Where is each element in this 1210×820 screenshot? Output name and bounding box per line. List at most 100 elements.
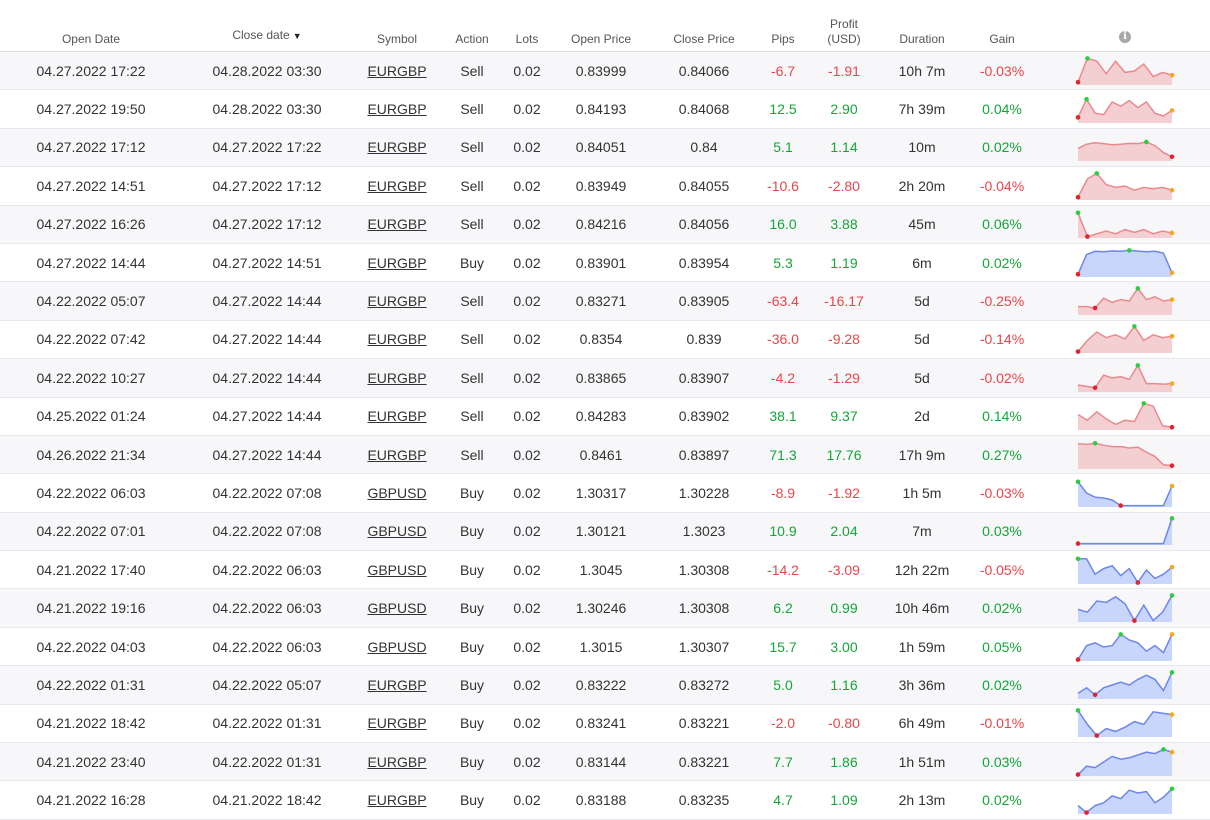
sparkline-area — [1078, 595, 1172, 623]
sparkline-cell[interactable] — [1040, 320, 1210, 360]
sparkline-cell[interactable] — [1040, 243, 1210, 283]
col-profit[interactable]: Profit (USD) — [808, 0, 880, 52]
pips-cell: 5.3 — [758, 243, 808, 283]
symbol-link[interactable]: GBPUSD — [367, 562, 426, 578]
symbol-link[interactable]: EURGBP — [367, 139, 426, 155]
trade-sparkline — [1077, 362, 1175, 392]
symbol-link[interactable]: EURGBP — [367, 408, 426, 424]
table-row[interactable]: 04.21.2022 19:16 04.22.2022 06:03 GBPUSD Bu… — [0, 588, 1210, 628]
sparkline-high-marker — [1085, 55, 1090, 61]
sparkline-end-marker — [1169, 297, 1175, 302]
table-row[interactable]: 04.22.2022 07:01 04.22.2022 07:08 GBPUSD Bu… — [0, 512, 1210, 552]
symbol-link[interactable]: GBPUSD — [367, 639, 426, 655]
sparkline-cell[interactable] — [1040, 627, 1210, 667]
col-open-date[interactable]: Open Date — [0, 0, 182, 52]
symbol-link[interactable]: EURGBP — [367, 370, 426, 386]
table-row[interactable]: 04.21.2022 16:28 04.21.2022 18:42 EURGBP Bu… — [0, 780, 1210, 820]
col-gain[interactable]: Gain — [964, 0, 1040, 52]
sparkline-cell[interactable] — [1040, 166, 1210, 206]
col-lots[interactable]: Lots — [502, 0, 552, 52]
sparkline-cell[interactable] — [1040, 281, 1210, 321]
action-cell: Buy — [442, 627, 502, 667]
pips-cell: -36.0 — [758, 320, 808, 360]
table-row[interactable]: 04.27.2022 19:50 04.28.2022 03:30 EURGBP Se… — [0, 89, 1210, 129]
sparkline-cell[interactable] — [1040, 704, 1210, 744]
sparkline-end-marker — [1169, 72, 1175, 78]
sparkline-cell[interactable] — [1040, 665, 1210, 705]
symbol-link[interactable]: GBPUSD — [367, 523, 426, 539]
col-open-price[interactable]: Open Price — [552, 0, 650, 52]
trade-sparkline — [1075, 631, 1175, 662]
sparkline-high-marker — [1092, 440, 1098, 446]
sparkline-cell[interactable] — [1040, 780, 1210, 820]
symbol-link[interactable]: EURGBP — [367, 754, 426, 770]
sparkline-cell[interactable] — [1040, 128, 1210, 168]
sparkline-cell[interactable] — [1040, 397, 1210, 436]
info-icon[interactable]: i — [1119, 31, 1131, 43]
table-row[interactable]: 04.27.2022 17:12 04.27.2022 17:22 EURGBP Se… — [0, 128, 1210, 168]
sparkline-cell[interactable] — [1040, 473, 1210, 513]
sparkline-cell[interactable] — [1040, 51, 1210, 91]
symbol-link[interactable]: GBPUSD — [367, 600, 426, 616]
table-row[interactable]: 04.21.2022 18:42 04.22.2022 01:31 EURGBP Bu… — [0, 704, 1210, 744]
trade-sparkline — [1075, 247, 1175, 277]
table-row[interactable]: 04.22.2022 07:42 04.27.2022 14:44 EURGBP Se… — [0, 320, 1210, 360]
symbol-link[interactable]: EURGBP — [367, 255, 426, 271]
sparkline-cell[interactable] — [1040, 358, 1210, 398]
table-row[interactable]: 04.27.2022 16:26 04.27.2022 17:12 EURGBP Se… — [0, 205, 1210, 244]
table-header-row: Open Date Close date ▼ Symbol Action Lots… — [0, 0, 1210, 52]
symbol-link[interactable]: EURGBP — [367, 101, 426, 117]
symbol-link[interactable]: EURGBP — [367, 293, 426, 309]
table-row[interactable]: 04.22.2022 01:31 04.22.2022 05:07 EURGBP Bu… — [0, 665, 1210, 705]
table-row[interactable]: 04.22.2022 10:27 04.27.2022 14:44 EURGBP Se… — [0, 358, 1210, 398]
gain-cell: -0.01% — [964, 704, 1040, 744]
col-symbol[interactable]: Symbol — [352, 0, 442, 52]
table-row[interactable]: 04.27.2022 14:44 04.27.2022 14:51 EURGBP Bu… — [0, 243, 1210, 283]
symbol-link[interactable]: EURGBP — [367, 447, 426, 463]
profit-cell: 1.16 — [808, 665, 880, 705]
action-cell: Buy — [442, 512, 502, 552]
symbol-link[interactable]: EURGBP — [367, 715, 426, 731]
lots-cell: 0.02 — [502, 128, 552, 168]
profit-cell: -3.09 — [808, 550, 880, 590]
open-price-cell: 0.83999 — [552, 51, 650, 91]
sparkline-cell[interactable] — [1040, 435, 1210, 475]
sparkline-cell[interactable] — [1040, 205, 1210, 244]
col-close-date[interactable]: Close date ▼ — [182, 0, 352, 52]
sparkline-cell[interactable] — [1040, 89, 1210, 129]
symbol-link[interactable]: EURGBP — [367, 677, 426, 693]
col-duration[interactable]: Duration — [880, 0, 964, 52]
sparkline-cell[interactable] — [1040, 550, 1210, 590]
sparkline-high-marker — [1075, 556, 1081, 561]
duration-cell: 10m — [880, 128, 964, 168]
symbol-link[interactable]: EURGBP — [367, 216, 426, 232]
symbol-link[interactable]: GBPUSD — [367, 485, 426, 501]
col-close-price[interactable]: Close Price — [650, 0, 758, 52]
sparkline-cell[interactable] — [1040, 588, 1210, 628]
gain-cell: 0.02% — [964, 665, 1040, 705]
table-row[interactable]: 04.27.2022 17:22 04.28.2022 03:30 EURGBP Se… — [0, 51, 1210, 91]
col-chart: i — [1040, 0, 1210, 52]
table-row[interactable]: 04.22.2022 06:03 04.22.2022 07:08 GBPUSD Bu… — [0, 473, 1210, 513]
pips-cell: 5.0 — [758, 665, 808, 705]
symbol-link[interactable]: EURGBP — [367, 331, 426, 347]
open-date-cell: 04.25.2022 01:24 — [0, 397, 182, 436]
table-row[interactable]: 04.21.2022 17:40 04.22.2022 06:03 GBPUSD Bu… — [0, 550, 1210, 590]
table-row[interactable]: 04.22.2022 05:07 04.27.2022 14:44 EURGBP Se… — [0, 281, 1210, 321]
table-row[interactable]: 04.25.2022 01:24 04.27.2022 14:44 EURGBP Se… — [0, 397, 1210, 436]
duration-cell: 5d — [880, 281, 964, 321]
table-row[interactable]: 04.21.2022 23:40 04.22.2022 01:31 EURGBP Bu… — [0, 742, 1210, 782]
symbol-link[interactable]: EURGBP — [367, 63, 426, 79]
col-action[interactable]: Action — [442, 0, 502, 52]
table-row[interactable]: 04.27.2022 14:51 04.27.2022 17:12 EURGBP Se… — [0, 166, 1210, 206]
symbol-cell: GBPUSD — [352, 550, 442, 590]
lots-cell: 0.02 — [502, 166, 552, 206]
symbol-link[interactable]: EURGBP — [367, 178, 426, 194]
table-row[interactable]: 04.26.2022 21:34 04.27.2022 14:44 EURGBP Se… — [0, 435, 1210, 475]
lots-cell: 0.02 — [502, 588, 552, 628]
sparkline-cell[interactable] — [1040, 742, 1210, 782]
sparkline-cell[interactable] — [1040, 512, 1210, 552]
symbol-link[interactable]: EURGBP — [367, 792, 426, 808]
table-row[interactable]: 04.22.2022 04:03 04.22.2022 06:03 GBPUSD Bu… — [0, 627, 1210, 667]
col-pips[interactable]: Pips — [758, 0, 808, 52]
